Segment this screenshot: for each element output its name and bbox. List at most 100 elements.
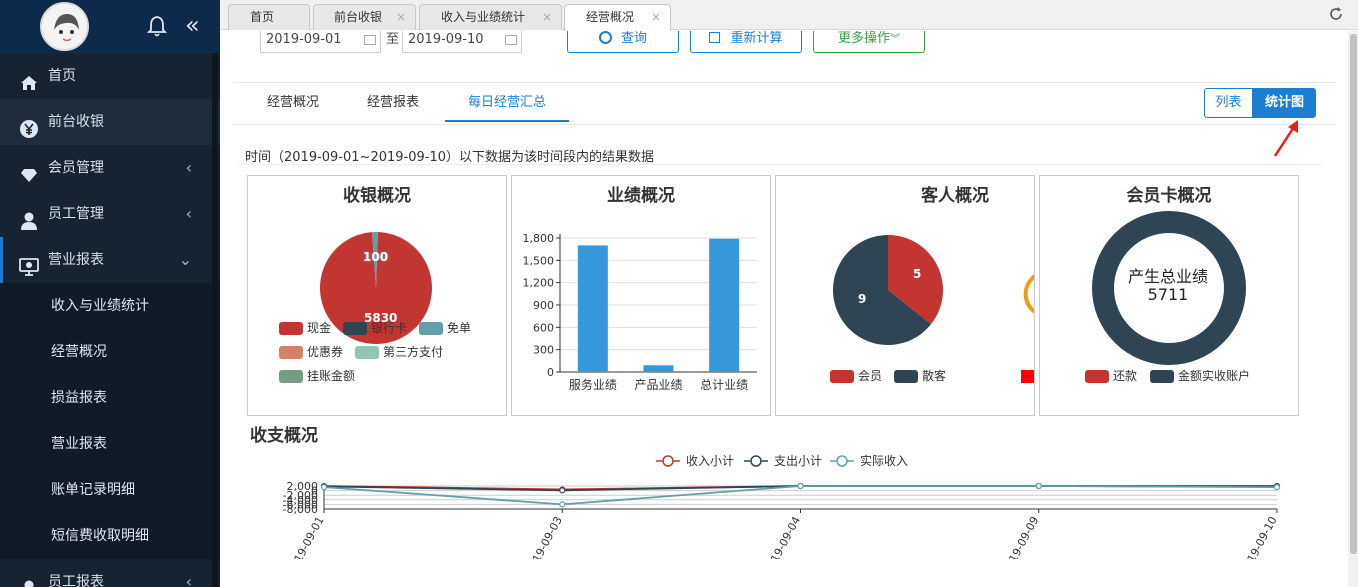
home-icon — [19, 66, 39, 90]
tab-income[interactable]: 收入与业绩统计 × — [419, 4, 562, 30]
data-point[interactable] — [1035, 482, 1042, 490]
subtab-overview[interactable]: 经营概况 — [253, 93, 333, 121]
date-to-input[interactable]: 2019-09-10 — [402, 31, 522, 53]
legend-marker[interactable] — [750, 455, 762, 467]
subtab-daily-summary[interactable]: 每日经营汇总 — [445, 93, 569, 122]
legend-label: 支出小计 — [774, 454, 822, 468]
collapse-sidebar-icon[interactable]: « — [185, 13, 207, 37]
tab-home[interactable]: 首页 — [228, 4, 310, 30]
sidebar-subitem-sms[interactable]: 短信费收取明细 — [0, 513, 220, 559]
legend-marker[interactable] — [836, 455, 848, 467]
legend-item[interactable]: 会员 — [830, 369, 882, 383]
offscreen-legend-swatch — [1021, 370, 1034, 383]
legend-item[interactable]: 现金 — [279, 321, 331, 335]
y-tick-label: 300 — [533, 344, 554, 357]
sidebar: « 首页 前台收银 会员管理 ‹ 员工管理 ‹ 营业报表 ⌄ 收入与业绩统计 经… — [0, 0, 220, 587]
x-tick-label: 2019-09-01 — [285, 514, 326, 559]
divider — [234, 124, 1336, 125]
legend-item[interactable]: 还款 — [1085, 369, 1137, 383]
tab-overview[interactable]: 经营概况 × — [564, 4, 671, 31]
calendar-icon — [505, 35, 517, 45]
tab-cashier[interactable]: 前台收银 × — [313, 4, 416, 30]
data-point[interactable] — [797, 482, 804, 490]
calculator-icon — [709, 32, 721, 43]
sidebar-item-staff[interactable]: 员工管理 ‹ — [0, 191, 220, 237]
subtab-report[interactable]: 经营报表 — [353, 93, 433, 121]
list-view-button[interactable]: 列表 — [1204, 88, 1253, 118]
legend-marker[interactable] — [662, 455, 674, 467]
avatar[interactable] — [40, 2, 89, 51]
legend-item[interactable]: 第三方支付 — [355, 345, 443, 359]
sidebar-subitem-bills[interactable]: 账单记录明细 — [0, 467, 220, 513]
legend-label: 收入小计 — [686, 454, 734, 468]
legend-swatch — [1085, 370, 1109, 383]
x-tick-label: 2019-09-10 — [1238, 514, 1279, 559]
legend-item[interactable]: 免单 — [419, 321, 471, 335]
query-label: 查询 — [620, 31, 647, 46]
bar[interactable] — [643, 365, 674, 372]
offscreen-pie-edge — [1023, 274, 1034, 314]
sidebar-item-staff-reports[interactable]: 员工报表 ‹ — [0, 559, 220, 587]
legend-item[interactable]: 挂账金额 — [279, 369, 355, 383]
sidebar-item-home[interactable]: 首页 — [0, 53, 220, 99]
calendar-icon — [364, 35, 376, 45]
close-icon[interactable]: × — [651, 5, 661, 30]
close-icon[interactable]: × — [396, 5, 406, 30]
legend-item[interactable]: 金额实收账户 — [1150, 369, 1250, 383]
cashier-panel: 收银概况 100 5830 现金 银行卡 免单 优惠券 第三方支付 挂账金额 — [247, 175, 507, 416]
date-from-input[interactable]: 2019-09-01 — [260, 31, 381, 53]
sidebar-item-cashier[interactable]: 前台收银 — [0, 99, 220, 145]
data-point[interactable] — [559, 501, 566, 508]
legend-swatch — [355, 346, 379, 359]
monitor-icon — [19, 250, 39, 276]
subtab-label: 经营概况 — [266, 95, 319, 110]
x-tick-label: 服务业绩 — [569, 377, 617, 392]
bar[interactable] — [709, 238, 740, 372]
sidebar-subitem-overview[interactable]: 经营概况 — [0, 329, 220, 375]
legend-swatch — [279, 346, 303, 359]
sidebar-item-members[interactable]: 会员管理 ‹ — [0, 145, 220, 191]
pie-label: 100 — [363, 250, 389, 264]
donut-center-value: 5711 — [1147, 285, 1189, 304]
legend-swatch — [343, 322, 367, 335]
close-icon[interactable]: × — [542, 5, 552, 30]
data-point[interactable] — [320, 484, 328, 491]
sidebar-item-reports[interactable]: 营业报表 ⌄ — [0, 237, 220, 283]
red-arrow-annotation — [1272, 119, 1302, 159]
tab-label: 经营概况 — [586, 10, 635, 24]
chart-view-button[interactable]: 统计图 — [1253, 88, 1316, 118]
chevron-left-icon: ‹ — [185, 204, 192, 223]
legend-item[interactable]: 优惠券 — [279, 345, 343, 359]
sidebar-subitem-business[interactable]: 营业报表 — [0, 421, 220, 467]
refresh-icon[interactable] — [1328, 6, 1344, 22]
sidebar-scrollbar[interactable] — [212, 53, 218, 587]
performance-panel: 业绩概况 0 300 600 900 1,200 1,500 1,800 服务业绩 产品业绩 总计… — [511, 175, 771, 416]
recalculate-button[interactable]: 重新计算 — [690, 31, 802, 53]
main-scrollbar-thumb[interactable] — [1350, 34, 1357, 554]
data-point[interactable] — [559, 487, 566, 494]
user-icon — [19, 572, 39, 587]
query-button[interactable]: 查询 — [567, 31, 679, 53]
y-tick-label: 1,800 — [523, 232, 555, 245]
chevron-left-icon: ‹ — [185, 158, 192, 177]
member-card-panel: 会员卡概况 产生总业绩 5711 还款 金额实收账户 — [1039, 175, 1299, 416]
data-point[interactable] — [1273, 484, 1281, 491]
sidebar-subitem-income[interactable]: 收入与业绩统计 — [0, 283, 220, 329]
legend-item[interactable]: 散客 — [894, 369, 946, 383]
more-actions-button[interactable]: 更多操作︾ — [813, 31, 925, 53]
legend-item[interactable]: 银行卡 — [343, 321, 407, 335]
pie-label: 5 — [913, 267, 922, 281]
sidebar-header: « — [0, 0, 220, 53]
x-tick-label: 2019-09-03 — [523, 514, 564, 559]
bar[interactable] — [577, 245, 608, 372]
subtab-label: 经营报表 — [366, 95, 419, 110]
bell-icon[interactable] — [146, 14, 168, 38]
legend-label: 还款 — [1113, 369, 1138, 383]
search-icon — [598, 31, 612, 44]
legend-label: 银行卡 — [371, 321, 408, 335]
legend-label: 现金 — [307, 321, 332, 335]
legend-label: 免单 — [447, 321, 472, 335]
donut-center-label: 产生总业绩 — [1127, 267, 1208, 286]
recalculate-label: 重新计算 — [730, 31, 783, 46]
sidebar-subitem-profit[interactable]: 损益报表 — [0, 375, 220, 421]
